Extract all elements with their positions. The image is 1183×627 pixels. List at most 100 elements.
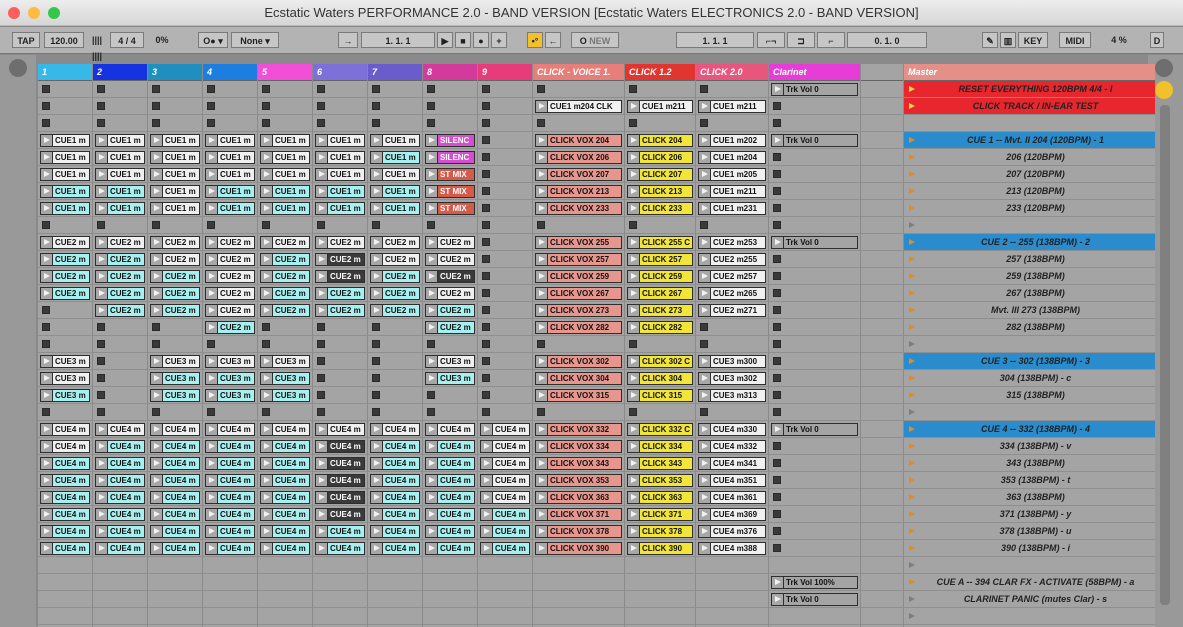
scene-launch-icon[interactable] bbox=[909, 222, 915, 228]
clip[interactable]: CUE2 m bbox=[150, 287, 200, 300]
clip-slot[interactable] bbox=[148, 608, 202, 625]
clip-slot[interactable]: CUE2 m bbox=[423, 319, 477, 336]
clip[interactable]: CLICK 304 bbox=[627, 372, 693, 385]
clip[interactable]: CUE2 m bbox=[150, 253, 200, 266]
clip-slot[interactable]: CUE1 m bbox=[148, 166, 202, 183]
clip-slot[interactable]: CUE1 m bbox=[38, 166, 92, 183]
clip-play-icon[interactable] bbox=[151, 509, 163, 520]
clip-play-icon[interactable] bbox=[772, 135, 784, 146]
clip[interactable]: CLICK 302 C bbox=[627, 355, 693, 368]
clip-slot[interactable] bbox=[258, 557, 312, 574]
clip-slot[interactable]: CUE1 m211 bbox=[625, 98, 695, 115]
clip-slot[interactable]: CUE1 m bbox=[148, 183, 202, 200]
clip-slot[interactable]: CUE2 m bbox=[258, 268, 312, 285]
clip-play-icon[interactable] bbox=[151, 135, 163, 146]
clip[interactable]: CLICK VOX 315 bbox=[535, 389, 622, 402]
clip-stop-icon[interactable] bbox=[317, 340, 325, 348]
clip[interactable]: CUE2 m bbox=[205, 304, 255, 317]
automation-arm-icon[interactable]: •° bbox=[527, 32, 543, 48]
clip-play-icon[interactable] bbox=[426, 254, 438, 265]
clip[interactable]: CUE2 m bbox=[425, 321, 475, 334]
clip-slot[interactable]: CLICK 257 bbox=[625, 251, 695, 268]
clip-play-icon[interactable] bbox=[206, 322, 218, 333]
clip-slot[interactable] bbox=[696, 336, 768, 353]
clip-slot[interactable]: CLICK VOX 267 bbox=[533, 285, 624, 302]
scene-launch-icon[interactable] bbox=[909, 426, 915, 432]
clip-stop-icon[interactable] bbox=[482, 187, 490, 195]
clip-play-icon[interactable] bbox=[261, 254, 273, 265]
clip-slot[interactable]: CUE1 m bbox=[313, 132, 367, 149]
clip-stop-icon[interactable] bbox=[97, 102, 105, 110]
clip-play-icon[interactable] bbox=[628, 543, 640, 554]
clip-play-icon[interactable] bbox=[628, 237, 640, 248]
clip-slot[interactable]: CLICK VOX 353 bbox=[533, 472, 624, 489]
clip[interactable]: CUE4 m bbox=[370, 457, 420, 470]
clip-slot[interactable] bbox=[93, 319, 147, 336]
clip-slot[interactable] bbox=[258, 98, 312, 115]
clip-play-icon[interactable] bbox=[261, 441, 273, 452]
clip-play-icon[interactable] bbox=[371, 441, 383, 452]
clip-slot[interactable]: CUE2 m bbox=[203, 319, 257, 336]
clip-play-icon[interactable] bbox=[151, 305, 163, 316]
clip[interactable]: CUE2 m bbox=[150, 304, 200, 317]
scene-slot[interactable]: 257 (138BPM) bbox=[904, 251, 1155, 268]
clip[interactable]: CUE4 m bbox=[315, 491, 365, 504]
clip-slot[interactable]: CUE4 m bbox=[203, 472, 257, 489]
clip-slot[interactable]: CLICK 315 bbox=[625, 387, 695, 404]
clip[interactable]: CUE4 m bbox=[40, 440, 90, 453]
clip[interactable]: CLICK 259 bbox=[627, 270, 693, 283]
clip-stop-icon[interactable] bbox=[42, 340, 50, 348]
follow-icon[interactable]: → bbox=[338, 32, 358, 48]
clip[interactable]: CLICK VOX 332 bbox=[535, 423, 622, 436]
clip-slot[interactable]: CUE2 m bbox=[313, 234, 367, 251]
clip-stop-icon[interactable] bbox=[482, 136, 490, 144]
clip-slot[interactable] bbox=[38, 591, 92, 608]
clip-slot[interactable]: CUE4 m bbox=[148, 472, 202, 489]
clip-slot[interactable] bbox=[769, 251, 860, 268]
clip-play-icon[interactable] bbox=[151, 475, 163, 486]
clip-play-icon[interactable] bbox=[481, 543, 493, 554]
clip-slot[interactable]: CLICK 207 bbox=[625, 166, 695, 183]
clip-slot[interactable] bbox=[769, 506, 860, 523]
clip-slot[interactable] bbox=[769, 370, 860, 387]
clip-slot[interactable]: CLICK VOX 207 bbox=[533, 166, 624, 183]
clip-play-icon[interactable] bbox=[151, 203, 163, 214]
clip-slot[interactable]: CUE1 m bbox=[313, 183, 367, 200]
clip-slot[interactable]: ST MIX bbox=[423, 166, 477, 183]
clip-play-icon[interactable] bbox=[371, 458, 383, 469]
clip[interactable]: CUE4 m bbox=[260, 491, 310, 504]
scene-slot[interactable] bbox=[904, 336, 1155, 353]
clip-play-icon[interactable] bbox=[41, 356, 53, 367]
clip-slot[interactable] bbox=[203, 217, 257, 234]
clip-slot[interactable]: CUE4 m bbox=[368, 472, 422, 489]
clip-stop-icon[interactable] bbox=[207, 102, 215, 110]
clip-slot[interactable]: CUE2 m bbox=[313, 302, 367, 319]
clip-stop-icon[interactable] bbox=[427, 102, 435, 110]
clip-play-icon[interactable] bbox=[261, 492, 273, 503]
clip[interactable]: CUE4 m bbox=[315, 508, 365, 521]
clip[interactable]: CUE4 m bbox=[425, 423, 475, 436]
clip-play-icon[interactable] bbox=[151, 424, 163, 435]
clip-slot[interactable]: CUE4 m bbox=[313, 472, 367, 489]
clip-slot[interactable]: CUE4 m bbox=[313, 523, 367, 540]
clip-play-icon[interactable] bbox=[316, 254, 328, 265]
clip-play-icon[interactable] bbox=[628, 135, 640, 146]
clip[interactable]: CUE1 m bbox=[370, 185, 420, 198]
clip-slot[interactable]: CUE2 m bbox=[368, 302, 422, 319]
clip-play-icon[interactable] bbox=[699, 152, 711, 163]
clip-stop-icon[interactable] bbox=[773, 527, 781, 535]
clip-play-icon[interactable] bbox=[316, 526, 328, 537]
clip-play-icon[interactable] bbox=[151, 169, 163, 180]
clip-slot[interactable]: CLICK 233 bbox=[625, 200, 695, 217]
clip-slot[interactable]: CUE1 m bbox=[313, 149, 367, 166]
clip-play-icon[interactable] bbox=[206, 543, 218, 554]
clip[interactable]: CLICK VOX 378 bbox=[535, 525, 622, 538]
clip[interactable]: CUE2 m bbox=[260, 270, 310, 283]
clip-stop-icon[interactable] bbox=[262, 102, 270, 110]
clip[interactable]: CUE4 m bbox=[425, 508, 475, 521]
clip-slot[interactable]: CLICK VOX 343 bbox=[533, 455, 624, 472]
clip-stop-icon[interactable] bbox=[482, 272, 490, 280]
clip[interactable]: CUE1 m bbox=[40, 202, 90, 215]
clip-slot[interactable] bbox=[861, 268, 903, 285]
clip-stop-icon[interactable] bbox=[317, 408, 325, 416]
